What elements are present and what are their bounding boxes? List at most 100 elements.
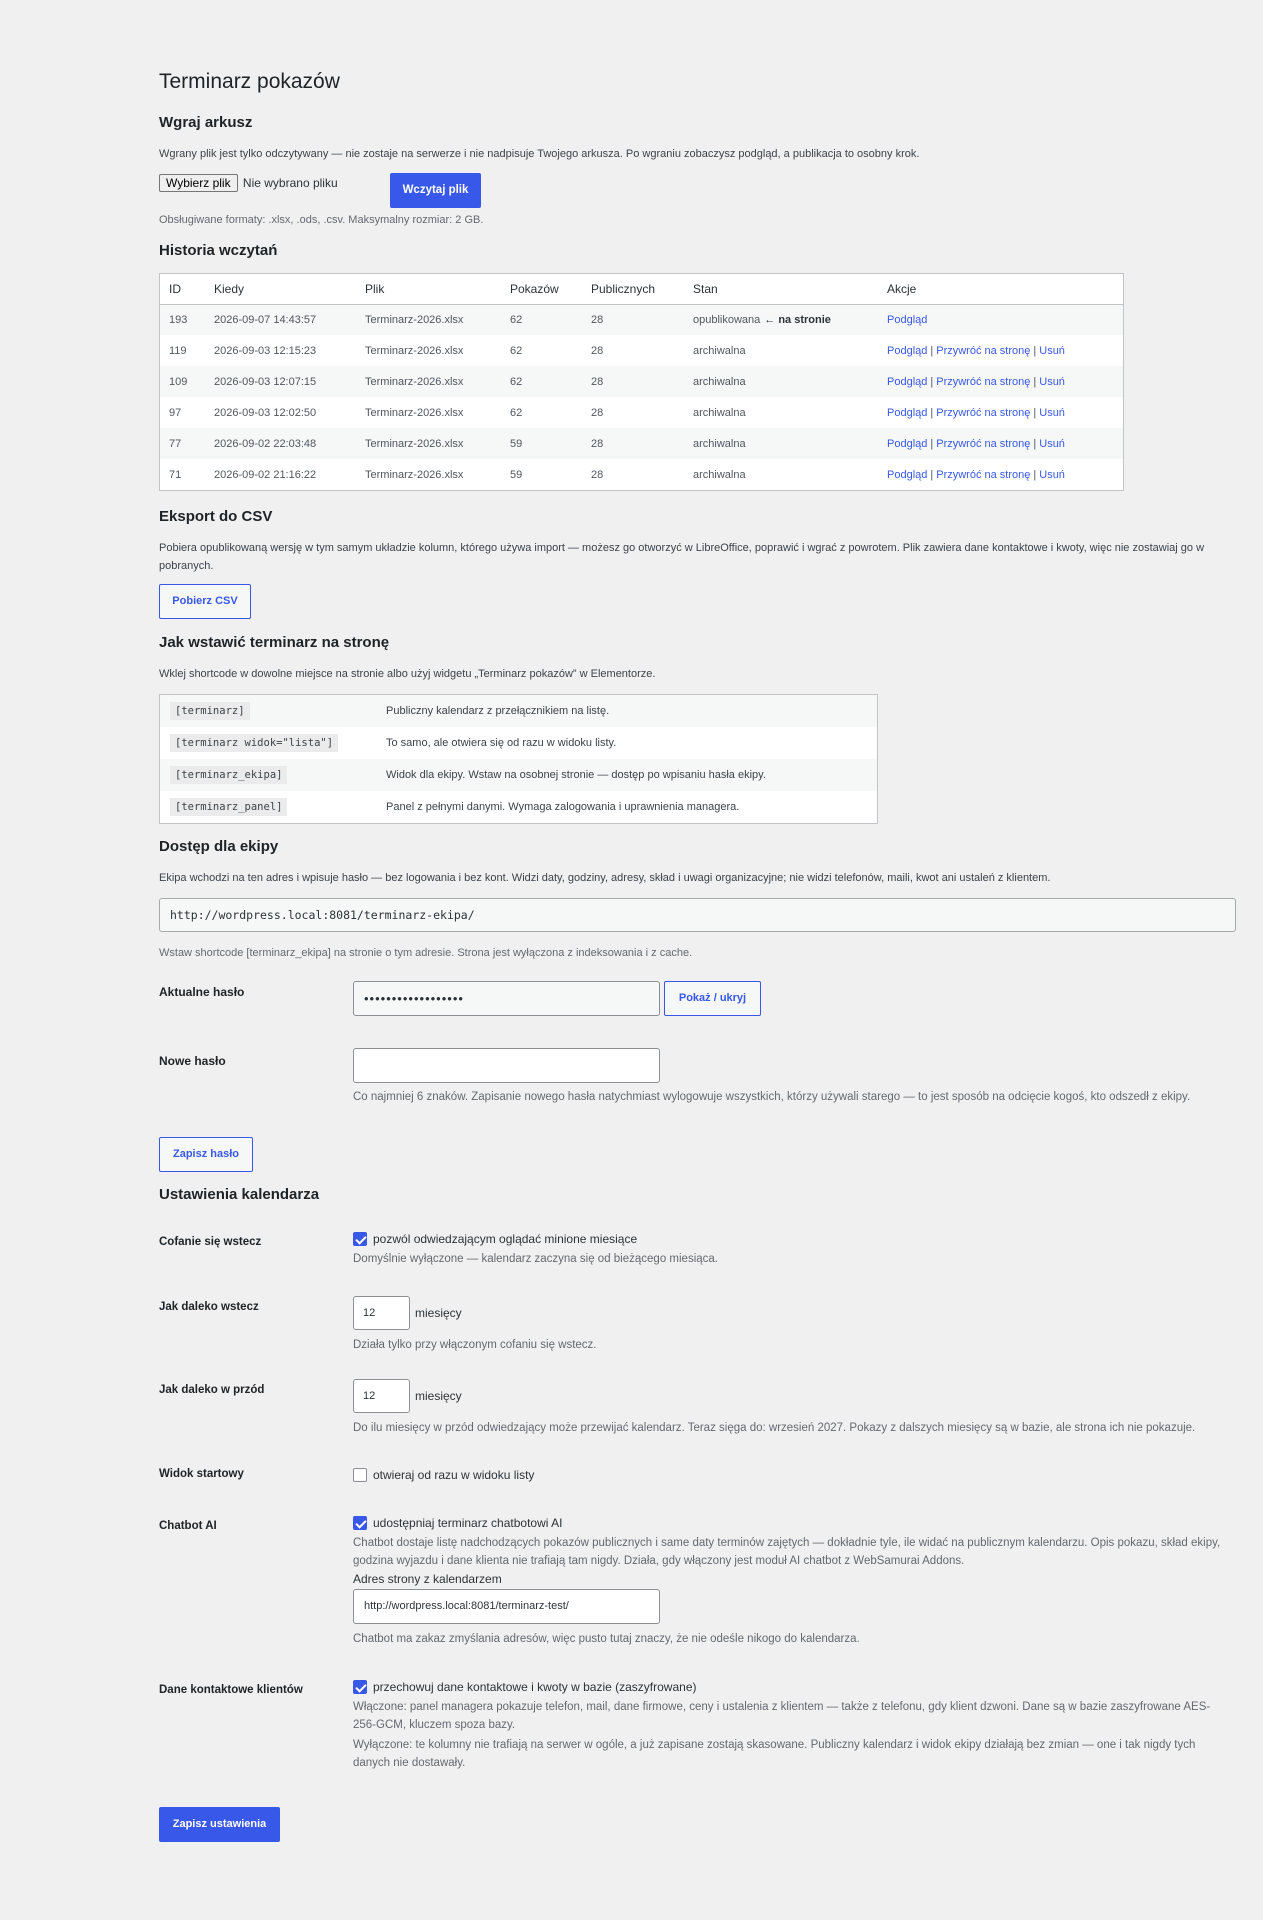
- current-password-field[interactable]: ••••••••••••••••••: [353, 981, 660, 1016]
- cell-actions: Podgląd | Przywróć na stronę | Usuń: [878, 459, 1123, 490]
- restore-link[interactable]: Przywróć na stronę: [936, 469, 1030, 481]
- cell-file: Terminarz-2026.xlsx: [356, 304, 501, 335]
- start-view-checkbox[interactable]: [353, 1467, 367, 1482]
- chatbot-row: udostępniaj terminarz chatbotowi AI Chat…: [353, 1515, 1233, 1648]
- action-separator: |: [930, 468, 934, 481]
- file-status: Nie wybrano pliku: [242, 176, 338, 190]
- table-row: 97 2026-09-03 12:02:50 Terminarz-2026.xlsx…: [160, 397, 1123, 428]
- restore-link[interactable]: Przywróć na stronę: [936, 407, 1030, 419]
- cell-file: Terminarz-2026.xlsx: [356, 397, 501, 428]
- file-picker[interactable]: Wybierz plik Nie wybrano pliku: [159, 174, 338, 192]
- cell-id: 97: [160, 397, 205, 428]
- shortcode-cell: [terminarz widok="lista"]: [160, 727, 376, 759]
- shortcode-cell: [terminarz]: [160, 695, 376, 727]
- cell-state: archiwalna: [684, 428, 878, 459]
- cell-id: 77: [160, 428, 205, 459]
- shortcode-code[interactable]: [terminarz widok="lista"]: [170, 734, 339, 752]
- delete-link[interactable]: Usuń: [1039, 438, 1065, 450]
- action-separator: |: [930, 406, 934, 419]
- cell-actions: Podgląd | Przywróć na stronę | Usuń: [878, 335, 1123, 366]
- preview-link[interactable]: Podgląd: [887, 345, 927, 357]
- cell-shows: 62: [501, 397, 582, 428]
- preview-link[interactable]: Podgląd: [887, 376, 927, 388]
- settings-heading: Ustawienia kalendarza: [159, 1186, 320, 1203]
- fwd-range-unit: miesięcy: [415, 1389, 462, 1403]
- fwd-range-input[interactable]: 12: [353, 1379, 410, 1413]
- cell-id: 71: [160, 459, 205, 490]
- crew-heading: Dostęp dla ekipy: [159, 838, 279, 855]
- formats-note: Obsługiwane formaty: .xlsx, .ods, .csv. …: [159, 214, 484, 226]
- save-password-button[interactable]: Zapisz hasło: [159, 1137, 253, 1172]
- back-checkbox[interactable]: [353, 1231, 367, 1246]
- history-header-row: ID Kiedy Plik Pokazów Publicznych Stan A…: [160, 274, 1123, 305]
- state-text: archiwalna: [693, 406, 746, 419]
- new-password-field[interactable]: [353, 1048, 660, 1083]
- col-public: Publicznych: [582, 274, 684, 305]
- contact-label: Dane kontaktowe klientów: [159, 1684, 303, 1696]
- state-text: archiwalna: [693, 375, 746, 388]
- save-settings-button[interactable]: Zapisz ustawienia: [159, 1807, 280, 1842]
- shortcode-cell: [terminarz_panel]: [160, 791, 376, 823]
- upload-submit-button[interactable]: Wczytaj plik: [390, 173, 481, 208]
- crew-intro: Ekipa wchodzi na ten adres i wpisuje has…: [159, 872, 1051, 884]
- back-row: pozwól odwiedzającym oglądać minione mie…: [353, 1231, 1233, 1268]
- contact-checkbox[interactable]: [353, 1679, 367, 1694]
- preview-link[interactable]: Podgląd: [887, 469, 927, 481]
- state-text: archiwalna: [693, 344, 746, 357]
- state-text: opublikowana: [693, 313, 761, 326]
- delete-link[interactable]: Usuń: [1039, 469, 1065, 481]
- cell-shows: 62: [501, 304, 582, 335]
- shortcode-code[interactable]: [terminarz_panel]: [170, 798, 288, 816]
- page-title: Terminarz pokazów: [159, 70, 340, 93]
- contact-row: przechowuj dane kontaktowe i kwoty w baz…: [353, 1679, 1233, 1772]
- cell-when: 2026-09-07 14:43:57: [205, 304, 356, 335]
- preview-link[interactable]: Podgląd: [887, 438, 927, 450]
- shortcode-row: [terminarz widok="lista"] To samo, ale ot…: [160, 727, 877, 759]
- restore-link[interactable]: Przywróć na stronę: [936, 438, 1030, 450]
- back-range-input[interactable]: 12: [353, 1296, 410, 1330]
- cell-actions: Podgląd | Przywróć na stronę | Usuń: [878, 428, 1123, 459]
- cell-public: 28: [582, 304, 684, 335]
- history-heading: Historia wczytań: [159, 242, 278, 259]
- cell-shows: 59: [501, 428, 582, 459]
- cell-id: 109: [160, 366, 205, 397]
- preview-link[interactable]: Podgląd: [887, 314, 927, 326]
- delete-link[interactable]: Usuń: [1039, 376, 1065, 388]
- shortcode-desc: Publiczny kalendarz z przełącznikiem na …: [376, 695, 877, 727]
- col-state: Stan: [684, 274, 878, 305]
- restore-link[interactable]: Przywróć na stronę: [936, 376, 1030, 388]
- choose-file-button[interactable]: Wybierz plik: [159, 174, 238, 192]
- new-password-label: Nowe hasło: [159, 1054, 226, 1068]
- delete-link[interactable]: Usuń: [1039, 407, 1065, 419]
- chatbot-checkbox[interactable]: [353, 1515, 367, 1530]
- toggle-password-button[interactable]: Pokaż / ukryj: [664, 981, 761, 1016]
- shortcode-desc: To samo, ale otwiera się od razu w widok…: [376, 727, 877, 759]
- cell-shows: 62: [501, 335, 582, 366]
- crew-url-field[interactable]: http://wordpress.local:8081/terminarz-ek…: [159, 898, 1236, 932]
- preview-link[interactable]: Podgląd: [887, 407, 927, 419]
- restore-link[interactable]: Przywróć na stronę: [936, 345, 1030, 357]
- cell-state: archiwalna: [684, 366, 878, 397]
- col-file: Plik: [356, 274, 501, 305]
- start-view-row: otwieraj od razu w widoku listy: [353, 1467, 1233, 1482]
- contact-note-on: Włączone: panel managera pokazuje telefo…: [353, 1700, 1211, 1731]
- action-separator: |: [930, 375, 934, 388]
- new-password-note: Co najmniej 6 znaków. Zapisanie nowego h…: [353, 1091, 1191, 1103]
- shortcode-code[interactable]: [terminarz]: [170, 702, 250, 720]
- cell-public: 28: [582, 335, 684, 366]
- chatbot-url-field[interactable]: http://wordpress.local:8081/terminarz-te…: [353, 1588, 660, 1624]
- cell-actions: Podgląd: [878, 304, 1123, 335]
- back-range-unit: miesięcy: [415, 1306, 462, 1320]
- cell-public: 28: [582, 428, 684, 459]
- shortcode-code[interactable]: [terminarz_ekipa]: [170, 766, 288, 784]
- shortcode-desc: Widok dla ekipy. Wstaw na osobnej stroni…: [376, 759, 877, 791]
- download-csv-button[interactable]: Pobierz CSV: [159, 584, 251, 619]
- delete-link[interactable]: Usuń: [1039, 345, 1065, 357]
- shortcode-row: [terminarz_panel] Panel z pełnymi danymi.…: [160, 791, 877, 823]
- table-row: 109 2026-09-03 12:07:15 Terminarz-2026.xls…: [160, 366, 1123, 397]
- current-password-label: Aktualne hasło: [159, 985, 245, 999]
- cell-file: Terminarz-2026.xlsx: [356, 459, 501, 490]
- cell-actions: Podgląd | Przywróć na stronę | Usuń: [878, 397, 1123, 428]
- start-view-label: Widok startowy: [159, 1468, 244, 1480]
- cell-shows: 62: [501, 366, 582, 397]
